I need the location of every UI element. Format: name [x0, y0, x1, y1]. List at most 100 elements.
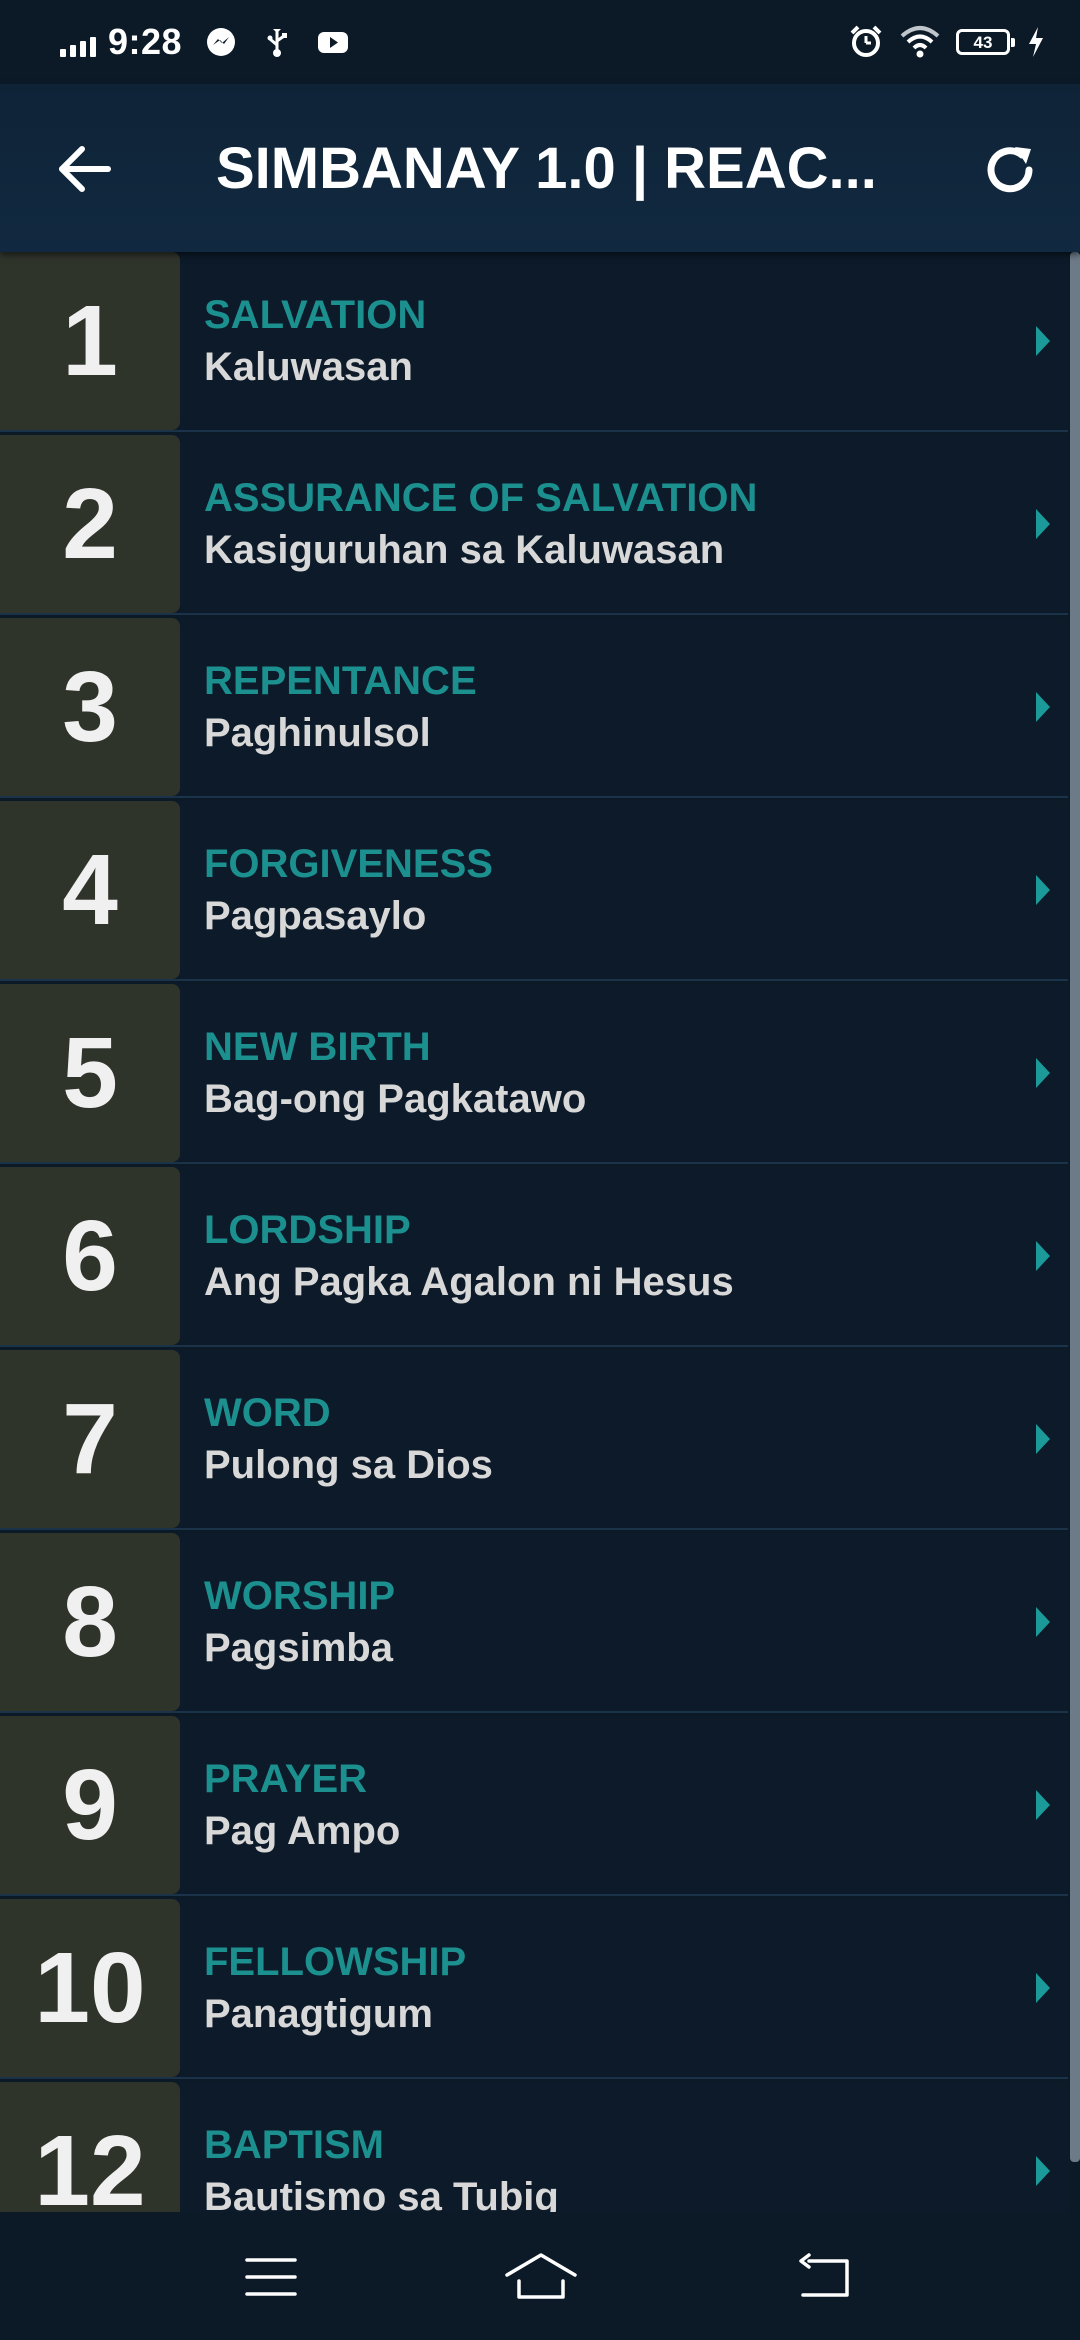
usb-icon [267, 29, 288, 57]
status-bar: 9:28 43 [0, 0, 1080, 84]
back-icon [799, 2253, 849, 2297]
home-button[interactable] [496, 2242, 586, 2312]
lesson-number-box: 10 [0, 1899, 180, 2077]
lesson-number-box: 7 [0, 1350, 180, 1528]
lesson-subtitle: Kaluwasan [204, 345, 413, 389]
battery-icon: 43 [956, 29, 1015, 55]
chevron-right-icon [1018, 2082, 1068, 2212]
status-right: 43 [848, 18, 1046, 66]
lesson-row[interactable]: 1 SALVATION Kaluwasan [0, 252, 1068, 432]
back-button[interactable] [44, 134, 124, 204]
lesson-subtitle: Pagsimba [204, 1626, 393, 1670]
lesson-title: BAPTISM [204, 2123, 384, 2167]
lesson-subtitle: Panagtigum [204, 1992, 433, 2036]
lesson-number-box: 4 [0, 801, 180, 979]
youtube-icon [318, 32, 349, 53]
alarm-icon [850, 25, 882, 57]
lesson-text: WORD Pulong sa Dios [180, 1350, 1018, 1528]
chevron-right-icon [1018, 252, 1068, 430]
lesson-row[interactable]: 5 NEW BIRTH Bag-ong Pagkatawo [0, 984, 1068, 1164]
scrollbar[interactable] [1070, 252, 1080, 2212]
lesson-number: 6 [62, 1200, 118, 1312]
lesson-number: 10 [34, 1932, 146, 2044]
lesson-number: 7 [62, 1383, 118, 1495]
lesson-text: PRAYER Pag Ampo [180, 1716, 1018, 1894]
lesson-title: PRAYER [204, 1757, 368, 1801]
home-icon [505, 2253, 577, 2299]
lesson-title: SALVATION [204, 293, 427, 337]
back-arrow-icon [59, 146, 111, 192]
lesson-number-box: 3 [0, 618, 180, 796]
refresh-button[interactable] [970, 130, 1050, 210]
scrollbar-thumb[interactable] [1070, 252, 1080, 2162]
lesson-text: ASSURANCE OF SALVATION Kasiguruhan sa Kal… [180, 435, 1018, 613]
menu-icon [245, 2258, 297, 2296]
chevron-right-icon [1018, 435, 1068, 613]
lesson-subtitle: Pag Ampo [204, 1809, 401, 1853]
lesson-number: 8 [62, 1566, 118, 1678]
messenger-icon [207, 28, 236, 56]
lesson-row[interactable]: 7 WORD Pulong sa Dios [0, 1350, 1068, 1530]
charging-icon [1029, 27, 1043, 57]
app-bar: SIMBANAY 1.0 | REAC... [0, 84, 1080, 252]
chevron-right-icon [1018, 984, 1068, 1162]
lesson-subtitle: Paghinulsol [204, 711, 431, 755]
lesson-text: REPENTANCE Paghinulsol [180, 618, 1018, 796]
nav-back-button[interactable] [780, 2242, 870, 2312]
lesson-number: 5 [62, 1017, 118, 1129]
lesson-row[interactable]: 8 WORSHIP Pagsimba [0, 1533, 1068, 1713]
lesson-number-box: 9 [0, 1716, 180, 1894]
lesson-title: FORGIVENESS [204, 842, 493, 886]
lesson-row[interactable]: 3 REPENTANCE Paghinulsol [0, 618, 1068, 798]
menu-button[interactable] [226, 2242, 316, 2312]
battery-level: 43 [973, 32, 993, 52]
lesson-title: FELLOWSHIP [204, 1940, 467, 1984]
lesson-subtitle: Bag-ong Pagkatawo [204, 1077, 587, 1121]
lesson-subtitle: Pulong sa Dios [204, 1443, 493, 1487]
chevron-right-icon [1018, 1350, 1068, 1528]
lesson-number: 3 [62, 651, 118, 763]
lesson-subtitle: Bautismo sa Tubig [204, 2175, 559, 2212]
lesson-title: REPENTANCE [204, 659, 477, 703]
lesson-row[interactable]: 6 LORDSHIP Ang Pagka Agalon ni Hesus [0, 1167, 1068, 1347]
lesson-number-box: 8 [0, 1533, 180, 1711]
lesson-number: 9 [62, 1749, 118, 1861]
lesson-title: NEW BIRTH [204, 1025, 431, 1069]
lesson-number-box: 1 [0, 252, 180, 430]
status-left: 9:28 [60, 18, 350, 66]
lesson-text: BAPTISM Bautismo sa Tubig [180, 2082, 1018, 2212]
lesson-row[interactable]: 9 PRAYER Pag Ampo [0, 1716, 1068, 1896]
lesson-number: 4 [62, 834, 118, 946]
system-nav-bar [0, 2214, 1080, 2340]
lesson-text: FORGIVENESS Pagpasaylo [180, 801, 1018, 979]
lesson-text: SALVATION Kaluwasan [180, 252, 1018, 430]
lesson-number: 12 [34, 2115, 146, 2212]
page-title: SIMBANAY 1.0 | REAC... [216, 136, 877, 201]
wifi-icon [900, 26, 940, 58]
lesson-row[interactable]: 10 FELLOWSHIP Panagtigum [0, 1899, 1068, 2079]
lesson-row[interactable]: 4 FORGIVENESS Pagpasaylo [0, 801, 1068, 981]
lesson-title: ASSURANCE OF SALVATION [204, 476, 758, 520]
lesson-number-box: 6 [0, 1167, 180, 1345]
lesson-title: WORD [204, 1391, 331, 1435]
lesson-subtitle: Ang Pagka Agalon ni Hesus [204, 1260, 734, 1304]
lesson-title: WORSHIP [204, 1574, 396, 1618]
lesson-number: 1 [62, 285, 118, 397]
lesson-row[interactable]: 12 BAPTISM Bautismo sa Tubig [0, 2082, 1068, 2212]
lesson-list[interactable]: 1 SALVATION Kaluwasan 2 ASSURANCE OF SALVATI… [0, 252, 1080, 2212]
chevron-right-icon [1018, 1899, 1068, 2077]
app-screen: 9:28 43 SIMBANAY 1.0 | REAC... 1 SALVATI… [0, 0, 1080, 2340]
lesson-number: 2 [62, 468, 118, 580]
lesson-subtitle: Pagpasaylo [204, 894, 427, 938]
chevron-right-icon [1018, 1533, 1068, 1711]
lesson-row[interactable]: 2 ASSURANCE OF SALVATION Kasiguruhan sa Ka… [0, 435, 1068, 615]
chevron-right-icon [1018, 1167, 1068, 1345]
lesson-number-box: 5 [0, 984, 180, 1162]
chevron-right-icon [1018, 1716, 1068, 1894]
status-time: 9:28 [108, 21, 183, 62]
lesson-text: NEW BIRTH Bag-ong Pagkatawo [180, 984, 1018, 1162]
lesson-text: FELLOWSHIP Panagtigum [180, 1899, 1018, 2077]
lesson-number-box: 12 [0, 2082, 180, 2212]
lesson-subtitle: Kasiguruhan sa Kaluwasan [204, 528, 725, 572]
signal-icon [60, 27, 96, 57]
